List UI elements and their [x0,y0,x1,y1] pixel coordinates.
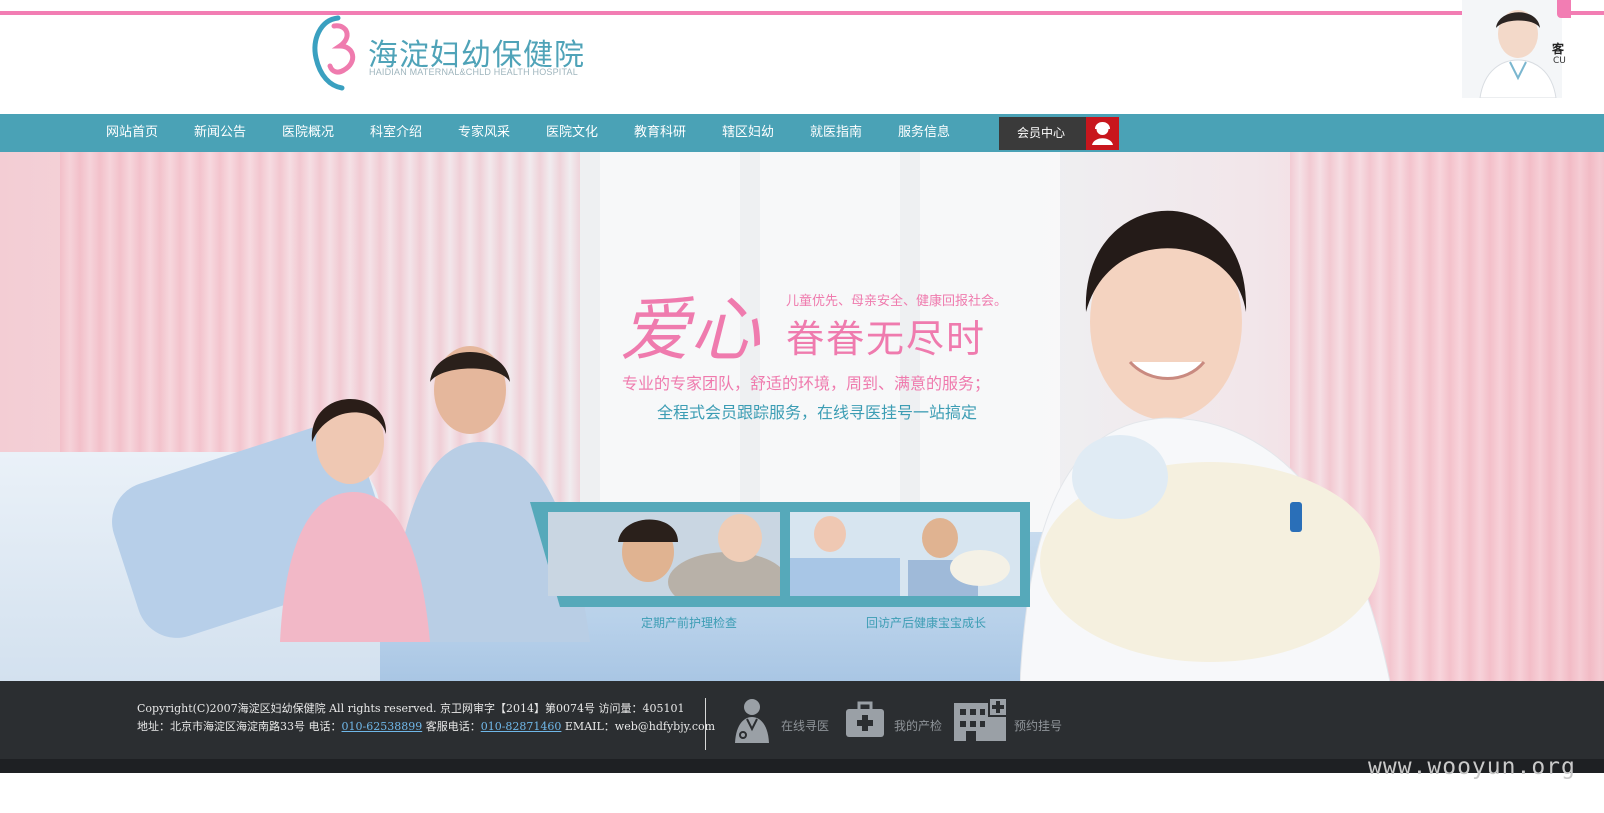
banner-line-2: 全程式会员跟踪服务，在线寻医挂号一站搞定 [657,403,978,422]
nav-item[interactable]: 新闻公告 [180,114,260,152]
nav-item[interactable]: 辖区妇幼 [708,114,788,152]
footer-cs-phone-label: 客服电话： [422,720,481,733]
thumb-prenatal[interactable] [548,512,780,596]
footer-divider [705,698,706,750]
nav-item[interactable]: 就医指南 [796,114,876,152]
nav-item[interactable]: 医院概况 [268,114,348,152]
footer-copyright: Copyright(C)2007海淀区妇幼保健院 All rights rese… [137,702,685,715]
footer-bottom-strip [0,759,1604,773]
cs-label[interactable]: 客 [1552,40,1564,57]
banner-subtitle-big: 眷眷无尽时 [786,317,987,361]
footer-btn-appointment[interactable]: 预约挂号 [1014,717,1062,734]
logo-icon[interactable] [308,12,358,96]
footer-phone-link[interactable]: 010-62538899 [342,720,423,733]
banner-line-1: 专业的专家团队，舒适的环境，周到、满意的服务； [622,374,991,393]
thumb-caption[interactable]: 定期产前护理检查 [641,614,737,631]
nav-item[interactable]: 网站首页 [92,114,172,152]
cs-label-en: CU [1553,56,1566,66]
member-avatar-icon[interactable] [1086,117,1119,150]
couple-photo [280,346,590,642]
hospital-icon[interactable] [952,697,1008,743]
medkit-icon[interactable] [845,697,885,743]
footer-btn-online-doctor[interactable]: 在线寻医 [781,717,829,734]
doctor-icon[interactable] [733,697,771,743]
hero-banner: 爱心 儿童优先、母亲安全、健康回报社会。 眷眷无尽时 专业的专家团队，舒适的环境… [0,152,1604,681]
footer-email: EMAIL：web@hdfybjy.com [561,720,716,733]
cs-tab[interactable] [1557,0,1571,18]
footer-address: 地址：北京市海淀区海淀南路33号 电话： [137,720,342,733]
thumb-caption[interactable]: 回访产后健康宝宝成长 [866,614,986,631]
thumb-postnatal[interactable] [790,512,1020,596]
nav-item[interactable]: 服务信息 [884,114,964,152]
watermark: www.wooyun.org [1368,754,1576,780]
nav-item[interactable]: 科室介绍 [356,114,436,152]
nurse-photo [1020,210,1391,681]
logo-text-en: HAIDIAN MATERNAL&CHLD HEALTH HOSPITAL [369,67,578,77]
banner-subtitle-small: 儿童优先、母亲安全、健康回报社会。 [786,294,1008,309]
footer-btn-my-checkup[interactable]: 我的产检 [894,717,942,734]
nav-item[interactable]: 教育科研 [620,114,700,152]
footer-address-line: 地址：北京市海淀区海淀南路33号 电话：010-62538899 客服电话：01… [137,718,715,734]
banner-heart-title: 爱心 [620,289,760,371]
footer-cs-phone-link[interactable]: 010-82871460 [481,720,562,733]
nav-item[interactable]: 医院文化 [532,114,612,152]
nav-item[interactable]: 专家风采 [444,114,524,152]
site-header [0,15,1604,114]
page: 海淀妇幼保健院 HAIDIAN MATERNAL&CHLD HEALTH HOS… [0,0,1604,813]
customer-service-avatar[interactable] [1462,0,1562,98]
